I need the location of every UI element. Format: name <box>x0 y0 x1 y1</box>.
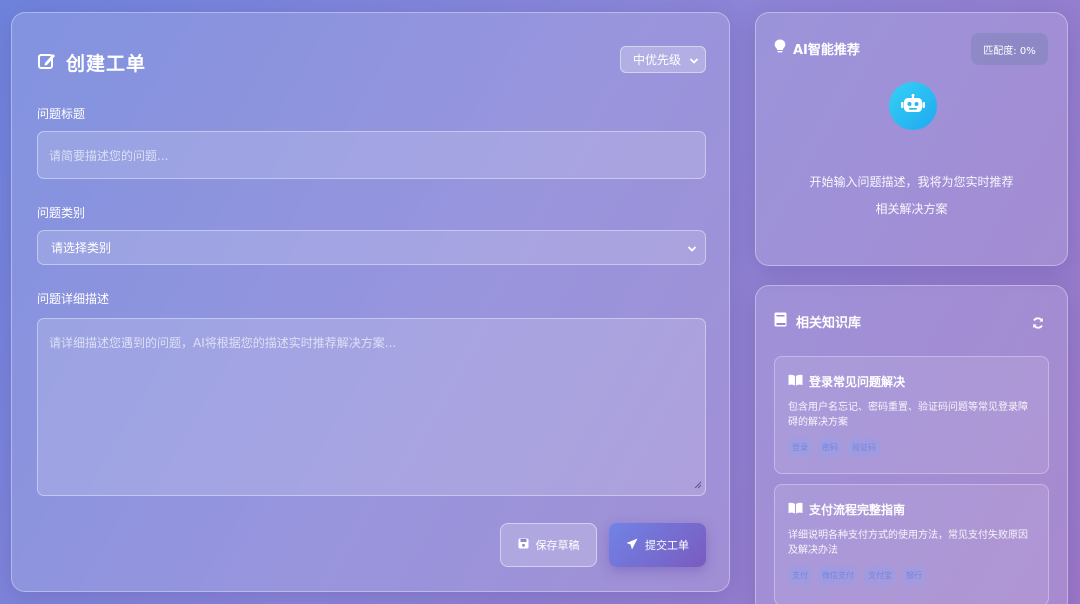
priority-select[interactable]: 中优先级 <box>620 46 706 73</box>
kb-article-tags: 登录 密码 验证码 <box>788 437 1035 458</box>
kb-article-title: 支付流程完整指南 <box>809 503 906 517</box>
category-value: 请选择类别 <box>51 241 112 255</box>
ai-hint-line2: 相关解决方案 <box>875 202 948 216</box>
robot-avatar <box>889 82 937 130</box>
kb-article-header: 支付流程完整指南 <box>788 501 1035 518</box>
tag[interactable]: 密码 <box>818 437 842 458</box>
category-field-label: 问题类别 <box>37 206 86 220</box>
tag[interactable]: 支付宝 <box>864 565 896 586</box>
ai-header: AI智能推荐 <box>774 39 860 58</box>
resize-handle-icon[interactable] <box>694 478 702 492</box>
save-draft-button[interactable]: 保存草稿 <box>500 523 597 567</box>
kb-title: 相关知识库 <box>796 316 862 331</box>
open-book-icon <box>788 374 803 389</box>
kb-header: 相关知识库 <box>774 312 861 331</box>
book-icon <box>774 312 787 331</box>
lightbulb-icon <box>774 39 786 58</box>
tag[interactable]: 微信支付 <box>818 565 858 586</box>
open-book-icon <box>788 502 803 517</box>
refresh-icon[interactable] <box>1032 314 1044 333</box>
kb-article-desc: 详细说明各种支付方式的使用方法，常见支付失败原因及解决办法 <box>788 530 1028 556</box>
paper-plane-icon <box>626 538 638 553</box>
description-textarea[interactable]: 请详细描述您遇到的问题，AI将根据您的描述实时推荐解决方案... <box>37 318 706 496</box>
robot-icon <box>901 94 925 118</box>
ai-title: AI智能推荐 <box>793 43 860 58</box>
tag[interactable]: 支付 <box>788 565 812 586</box>
match-badge: 匹配度: 0% <box>971 33 1048 65</box>
submit-ticket-button[interactable]: 提交工单 <box>609 523 706 567</box>
description-field-label: 问题详细描述 <box>37 292 110 306</box>
kb-article-tags: 支付 微信支付 支付宝 银行 <box>788 565 1035 586</box>
ai-recommendation-card: AI智能推荐 匹配度: 0% 开始输入问题描述，我将为您实时推荐 相关解决方案 <box>755 12 1068 266</box>
tag[interactable]: 银行 <box>902 565 926 586</box>
tag[interactable]: 验证码 <box>848 437 880 458</box>
title-field-label: 问题标题 <box>37 107 86 121</box>
ai-hint-line1: 开始输入问题描述，我将为您实时推荐 <box>809 175 1014 189</box>
description-placeholder: 请详细描述您遇到的问题，AI将根据您的描述实时推荐解决方案... <box>49 336 397 350</box>
kb-article-card[interactable]: 登录常见问题解决 包含用户名忘记、密码重置、验证码问题等常见登录障碍的解决方案 … <box>774 356 1049 474</box>
kb-article-title: 登录常见问题解决 <box>809 375 906 389</box>
category-select[interactable]: 请选择类别 <box>37 230 706 265</box>
chevron-down-icon <box>689 55 699 69</box>
kb-article-header: 登录常见问题解决 <box>788 373 1035 390</box>
title-input[interactable]: 请简要描述您的问题... <box>37 131 706 179</box>
edit-icon <box>37 51 57 75</box>
tag[interactable]: 登录 <box>788 437 812 458</box>
save-icon <box>518 538 529 552</box>
create-ticket-card: 创建工单 中优先级 问题标题 请简要描述您的问题... 问题类别 请选择类别 问… <box>11 12 730 592</box>
form-title: 创建工单 <box>66 53 147 75</box>
knowledge-base-card: 相关知识库 登录常见问题解决 包含用户名忘记、密码重置、验证码问题等常见登录障碍… <box>755 285 1068 604</box>
save-draft-label: 保存草稿 <box>535 539 580 552</box>
form-header: 创建工单 <box>37 49 146 76</box>
submit-ticket-label: 提交工单 <box>645 539 689 552</box>
priority-value: 中优先级 <box>633 53 682 67</box>
kb-article-card[interactable]: 支付流程完整指南 详细说明各种支付方式的使用方法，常见支付失败原因及解决办法 支… <box>774 484 1049 604</box>
title-input-placeholder: 请简要描述您的问题... <box>49 148 169 163</box>
kb-article-desc: 包含用户名忘记、密码重置、验证码问题等常见登录障碍的解决方案 <box>788 402 1028 428</box>
chevron-down-icon <box>687 243 697 257</box>
